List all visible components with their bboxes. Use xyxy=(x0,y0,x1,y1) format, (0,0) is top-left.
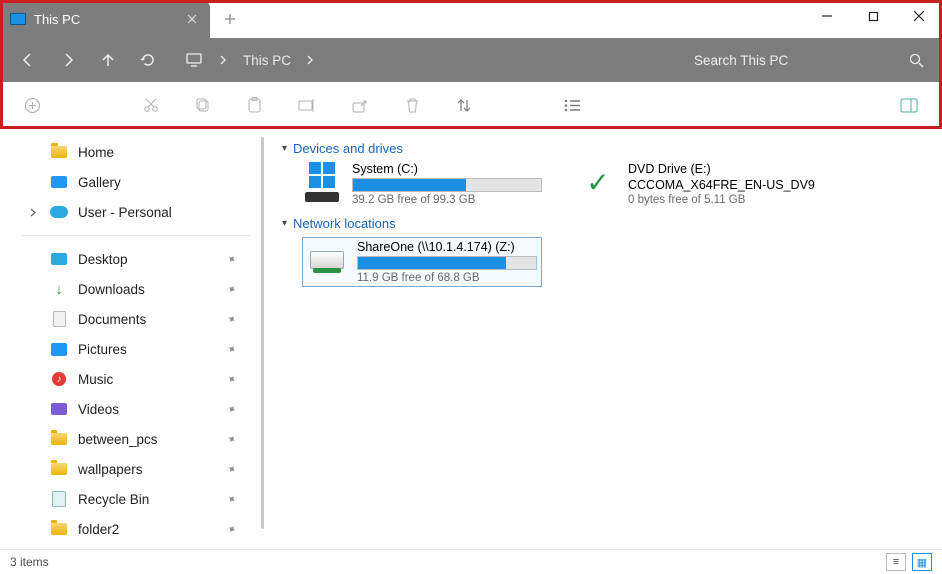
drive-name: ShareOne (\\10.1.4.174) (Z:) xyxy=(357,240,537,254)
forward-button[interactable] xyxy=(58,50,78,70)
sidebar-item-gallery[interactable]: Gallery xyxy=(16,167,256,197)
navigation-sidebar: Home Gallery User - Personal Desktop✦ ↓D… xyxy=(0,129,266,549)
drive-free-text: 0 bytes free of 5.11 GB xyxy=(628,194,818,206)
sidebar-item-recycle-bin[interactable]: Recycle Bin ✦ xyxy=(16,484,256,514)
sidebar-item-label: folder2 xyxy=(78,522,119,537)
drive-icon xyxy=(302,162,342,202)
pin-icon: ✦ xyxy=(224,491,238,507)
drive-name: System (C:) xyxy=(352,162,542,176)
drive-shareone-z[interactable]: ShareOne (\\10.1.4.174) (Z:) 11.9 GB fre… xyxy=(302,237,542,287)
sidebar-item-label: Recycle Bin xyxy=(78,492,149,507)
back-button[interactable] xyxy=(18,50,38,70)
sidebar-item-label: Documents xyxy=(78,312,146,327)
pin-icon: ✦ xyxy=(224,251,238,267)
pin-icon: ✦ xyxy=(224,341,238,357)
tab-this-pc[interactable]: This PC xyxy=(0,0,210,38)
sort-button[interactable] xyxy=(456,98,472,113)
details-pane-button[interactable] xyxy=(900,98,918,113)
close-window-button[interactable] xyxy=(896,0,942,32)
chevron-right-icon[interactable] xyxy=(26,208,40,217)
sidebar-item-videos[interactable]: Videos ✦ xyxy=(16,394,256,424)
copy-button[interactable] xyxy=(195,97,211,113)
sidebar-item-wallpapers[interactable]: wallpapers ✦ xyxy=(16,454,256,484)
sidebar-item-home[interactable]: Home xyxy=(16,137,256,167)
drive-dvd-e[interactable]: ✓ DVD Drive (E:) CCCOMA_X64FRE_EN-US_DV9… xyxy=(578,162,818,206)
group-title: Devices and drives xyxy=(293,141,403,156)
drive-free-text: 11.9 GB free of 68.8 GB xyxy=(357,272,537,284)
drive-volume-label: CCCOMA_X64FRE_EN-US_DV9 xyxy=(628,178,818,192)
chevron-right-icon xyxy=(220,55,227,65)
sidebar-item-label: Pictures xyxy=(78,342,127,357)
network-drive-icon xyxy=(307,240,347,280)
pin-icon: ✦ xyxy=(224,311,238,327)
search-icon xyxy=(909,53,924,68)
address-bar: This PC Search This PC xyxy=(0,38,942,82)
command-toolbar xyxy=(0,82,942,129)
sidebar-item-music[interactable]: ♪Music✦ xyxy=(16,364,256,394)
tab-close-button[interactable] xyxy=(184,11,200,27)
sidebar-item-label: Videos xyxy=(78,402,119,417)
status-bar: 3 items ≡ ▦ xyxy=(0,549,942,574)
view-button[interactable] xyxy=(564,99,581,112)
group-network-header[interactable]: ▾ Network locations xyxy=(282,216,922,231)
breadcrumb[interactable]: This PC xyxy=(186,53,674,68)
minimize-button[interactable] xyxy=(804,0,850,32)
delete-button[interactable] xyxy=(405,97,420,114)
sidebar-item-label: Gallery xyxy=(78,175,121,190)
new-tab-button[interactable] xyxy=(210,0,250,38)
pin-icon: ✦ xyxy=(224,371,238,387)
this-pc-icon xyxy=(10,13,26,25)
main-content: ▾ Devices and drives System (C:) 39.2 GB… xyxy=(266,129,942,549)
pin-icon: ✦ xyxy=(224,521,238,537)
sidebar-item-folder2[interactable]: folder2 ✦ xyxy=(16,514,256,544)
sidebar-item-label: Home xyxy=(78,145,114,160)
share-button[interactable] xyxy=(352,98,369,113)
title-bar: This PC xyxy=(0,0,942,38)
status-item-count: 3 items xyxy=(10,555,49,569)
drive-free-text: 39.2 GB free of 99.3 GB xyxy=(352,194,542,206)
drive-system-c[interactable]: System (C:) 39.2 GB free of 99.3 GB xyxy=(302,162,542,206)
drive-usage-bar xyxy=(352,178,542,192)
up-button[interactable] xyxy=(98,50,118,70)
sidebar-item-label: Downloads xyxy=(78,282,145,297)
sidebar-item-label: Desktop xyxy=(78,252,128,267)
monitor-icon xyxy=(186,53,202,67)
details-view-button[interactable]: ≡ xyxy=(886,553,906,571)
sidebar-item-pictures[interactable]: Pictures ✦ xyxy=(16,334,256,364)
group-title: Network locations xyxy=(293,216,396,231)
drive-name: DVD Drive (E:) xyxy=(628,162,818,176)
chevron-down-icon: ▾ xyxy=(282,143,287,154)
sidebar-item-label: User - Personal xyxy=(78,205,172,220)
group-devices-header[interactable]: ▾ Devices and drives xyxy=(282,141,922,156)
cut-button[interactable] xyxy=(143,97,159,113)
chevron-right-icon xyxy=(307,55,314,65)
tab-title: This PC xyxy=(34,12,176,27)
tiles-view-button[interactable]: ▦ xyxy=(912,553,932,571)
chevron-down-icon: ▾ xyxy=(282,218,287,229)
pin-icon: ✦ xyxy=(224,431,238,447)
sidebar-item-desktop[interactable]: Desktop ✦ xyxy=(16,244,256,274)
sidebar-item-documents[interactable]: Documents ✦ xyxy=(16,304,256,334)
pin-icon: ✦ xyxy=(224,401,238,417)
sidebar-item-user[interactable]: User - Personal xyxy=(16,197,256,227)
sidebar-item-between-pcs[interactable]: between_pcs ✦ xyxy=(16,424,256,454)
paste-button[interactable] xyxy=(247,97,262,114)
pin-icon: ✦ xyxy=(224,461,238,477)
maximize-button[interactable] xyxy=(850,0,896,32)
refresh-button[interactable] xyxy=(138,50,158,70)
search-box[interactable]: Search This PC xyxy=(694,53,924,68)
pin-icon: ✦ xyxy=(224,281,238,297)
sidebar-item-downloads[interactable]: ↓Downloads✦ xyxy=(16,274,256,304)
sidebar-item-label: wallpapers xyxy=(78,462,143,477)
sidebar-item-label: between_pcs xyxy=(78,432,158,447)
sidebar-item-label: Music xyxy=(78,372,113,387)
drive-usage-bar xyxy=(357,256,537,270)
rename-button[interactable] xyxy=(298,98,316,113)
new-item-button[interactable] xyxy=(24,97,41,114)
breadcrumb-location[interactable]: This PC xyxy=(243,53,291,68)
search-placeholder: Search This PC xyxy=(694,53,788,68)
dvd-icon: ✓ xyxy=(578,162,618,202)
